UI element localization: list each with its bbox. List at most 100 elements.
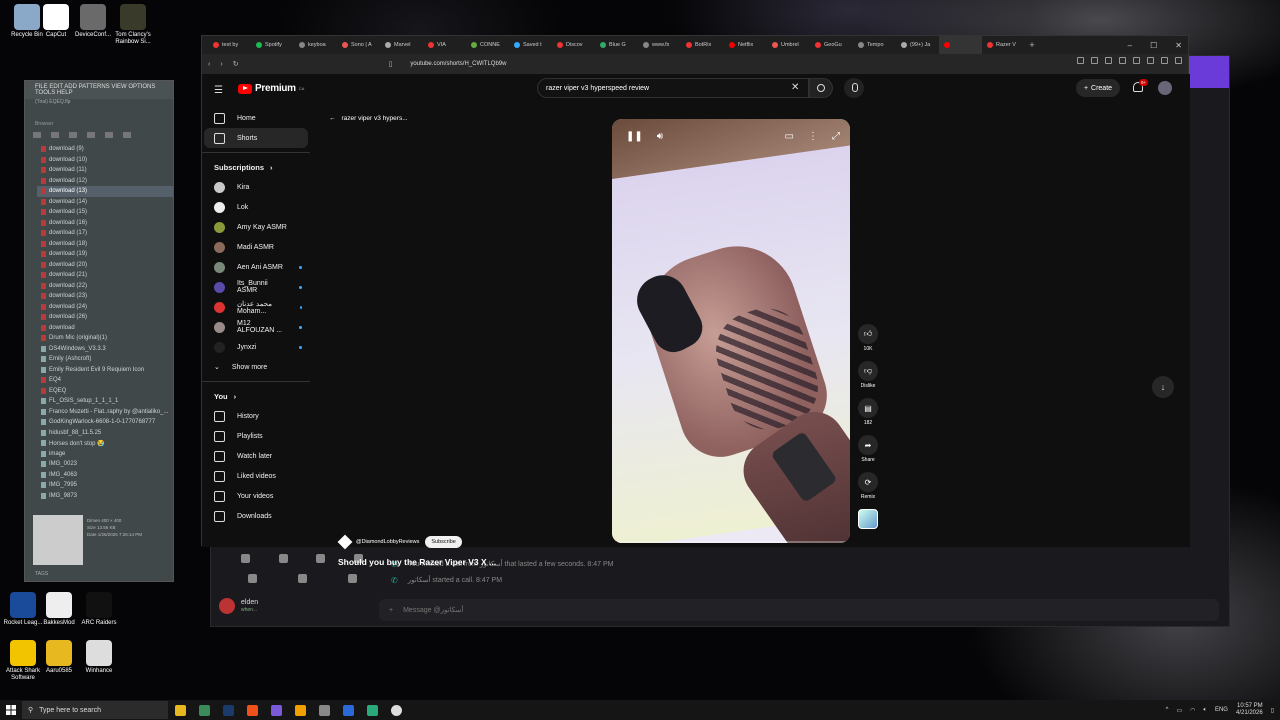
browser-tab[interactable]: Saved t <box>509 36 552 54</box>
file-list-item[interactable]: IMG_9873 <box>41 491 173 502</box>
like-button[interactable]: 👍︎ <box>858 324 878 344</box>
more-options-icon[interactable]: ⋮ <box>808 131 818 142</box>
show-more-button[interactable]: ⌄ Show more <box>202 357 312 377</box>
desktop-icon[interactable]: Winhance <box>76 640 122 675</box>
browser-tab[interactable]: Spotify <box>251 36 294 54</box>
browser-tab[interactable]: Marvel <box>380 36 423 54</box>
sidebar-subscription[interactable]: محمد عدنان Moham... <box>202 297 312 317</box>
file-list-item[interactable]: download (20) <box>41 260 173 271</box>
taskbar-app[interactable] <box>288 700 312 720</box>
browser-tab[interactable]: GeoGu <box>810 36 853 54</box>
sidebar-subscription[interactable]: Its_Bunnii ASMR <box>202 277 312 297</box>
browser-tab[interactable]: Umbrel <box>767 36 810 54</box>
notification-icon[interactable]: ▯ <box>1271 707 1274 714</box>
file-list-item[interactable]: download (9) <box>41 144 173 155</box>
channel-name[interactable]: @DiamondLobbyReviews <box>356 539 419 545</box>
clock[interactable]: 10:57 PM 4/21/2026 <box>1236 703 1263 717</box>
headset-icon[interactable] <box>347 573 357 583</box>
browser-tab[interactable] <box>939 36 982 54</box>
file-list-item[interactable]: Franco Muzetti - Flat..raphy by @antiali… <box>41 407 173 418</box>
sidebar-item-your-videos[interactable]: Your videos <box>202 486 312 506</box>
fl-menu-bar[interactable]: FILE EDIT ADD PATTERNS VIEW OPTIONS TOOL… <box>25 81 173 99</box>
volume-icon[interactable]: 🔊︎ <box>657 131 663 142</box>
file-list-item[interactable]: download (21) <box>41 270 173 281</box>
hamburger-menu-icon[interactable]: ☰ <box>214 85 223 96</box>
browser-tab[interactable]: Razer V <box>982 36 1025 54</box>
file-list-item[interactable]: download (18) <box>41 239 173 250</box>
browser-tab[interactable]: (99+) Ja <box>896 36 939 54</box>
browser-tab[interactable]: Blue G <box>595 36 638 54</box>
file-list-item[interactable]: GodKingWarlock-6608-1-0-1770768777 <box>41 417 173 428</box>
start-button[interactable] <box>0 700 22 720</box>
subscribe-button[interactable]: Subscribe <box>425 536 462 548</box>
screen-share-icon[interactable] <box>278 553 288 563</box>
extension-icon[interactable] <box>1161 57 1168 64</box>
file-list-item[interactable]: download (26) <box>41 312 173 323</box>
camera-icon[interactable] <box>241 553 251 563</box>
browser-tab[interactable]: keyboa <box>294 36 337 54</box>
short-title[interactable]: Should you buy the Razer Viper V3 X ... <box>338 557 496 567</box>
taskbar-steam[interactable] <box>216 700 240 720</box>
tray-chevron-icon[interactable]: ^ <box>1166 707 1169 713</box>
browser-tab[interactable]: test by <box>208 36 251 54</box>
volume-icon[interactable]: 🔈︎ <box>1203 707 1207 714</box>
forward-icon[interactable]: › <box>220 61 222 68</box>
sidebar-subscription[interactable]: Aen Ani ASMR <box>202 257 312 277</box>
file-list-item[interactable]: IMG_7995 <box>41 480 173 491</box>
taskbar-app[interactable] <box>360 700 384 720</box>
browser-tab[interactable]: Sono | A <box>337 36 380 54</box>
file-list-item[interactable]: DS4Windows_V3.3.3 <box>41 344 173 355</box>
reload-icon[interactable]: ↻ <box>233 60 239 68</box>
file-list-item[interactable]: download (17) <box>41 228 173 239</box>
back-icon[interactable]: ‹ <box>208 61 210 68</box>
plugin-icon[interactable] <box>87 132 95 138</box>
gamepad-icon[interactable] <box>297 573 307 583</box>
extension-icon[interactable] <box>1119 57 1126 64</box>
search-button[interactable] <box>809 78 833 98</box>
share-button[interactable]: ➦ <box>858 435 878 455</box>
desktop-icon[interactable]: Tom Clancy's Rainbow Si... <box>110 4 156 46</box>
sidebar-item-liked-videos[interactable]: Liked videos <box>202 466 312 486</box>
browser-tab[interactable]: Netflix <box>724 36 767 54</box>
taskbar-app[interactable] <box>192 700 216 720</box>
file-list-item[interactable]: Emily Resident Evil 9 Requiem Icon <box>41 365 173 376</box>
audio-thumbnail[interactable] <box>858 509 878 529</box>
back-to-search[interactable]: ← razer viper v3 hypers... <box>329 115 408 122</box>
folder-icon[interactable] <box>51 132 59 138</box>
discord-message-input[interactable]: + Message @أسكاتور <box>379 599 1219 621</box>
taskbar-app[interactable] <box>264 700 288 720</box>
file-list-item[interactable]: FL_OSIS_setup_1_1_1_1 <box>41 396 173 407</box>
captions-icon[interactable]: ▭ <box>785 131 794 142</box>
extension-icon[interactable] <box>1133 57 1140 64</box>
file-list-item[interactable]: Emily (Ashcroft) <box>41 354 173 365</box>
star-icon[interactable] <box>123 132 131 138</box>
dislike-button[interactable]: 👎︎ <box>858 361 878 381</box>
file-list-item[interactable]: download (16) <box>41 218 173 229</box>
channel-logo[interactable] <box>337 534 353 550</box>
sidebar-subscription[interactable]: Lok <box>202 197 312 217</box>
file-list-item[interactable]: download (19) <box>41 249 173 260</box>
file-list-item[interactable]: IMG_0023 <box>41 459 173 470</box>
taskbar-app[interactable] <box>336 700 360 720</box>
short-video-player[interactable]: ❚❚ 🔊︎ ▭ ⋮ ⤢ <box>612 119 850 543</box>
minimize-icon[interactable]: – <box>1128 41 1132 50</box>
new-tab-button[interactable]: + <box>1025 40 1039 50</box>
plus-icon[interactable]: + <box>389 607 393 614</box>
comments-button[interactable]: ▤ <box>858 398 878 418</box>
maximize-icon[interactable]: ☐ <box>1150 41 1157 50</box>
sidebar-item-playlists[interactable]: Playlists <box>202 426 312 446</box>
file-list-item[interactable]: download (10) <box>41 155 173 166</box>
file-list-item[interactable]: IMG_4063 <box>41 470 173 481</box>
browser-tab[interactable]: Discov <box>552 36 595 54</box>
sidebar-item-downloads[interactable]: Downloads <box>202 506 312 526</box>
taskbar-search[interactable]: ⚲ Type here to search <box>22 701 168 719</box>
sidebar-subscription[interactable]: M12 ALFOUZAN ... <box>202 317 312 337</box>
file-list-item[interactable]: Horses don't stop 😭 <box>41 438 173 449</box>
language-indicator[interactable]: ENG <box>1215 707 1228 713</box>
battery-icon[interactable]: ▭ <box>1176 707 1182 714</box>
taskbar-settings[interactable] <box>312 700 336 720</box>
fullscreen-icon[interactable]: ⤢ <box>832 131 840 142</box>
extension-icon[interactable] <box>1147 57 1154 64</box>
url-field[interactable]: youtube.com/shorts/H_CWITLQb9w <box>410 61 506 67</box>
file-list-item[interactable]: download (22) <box>41 281 173 292</box>
